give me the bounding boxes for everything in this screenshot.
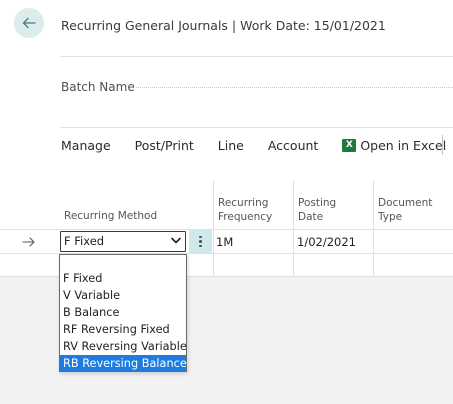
column-header-label: Recurring Method: [64, 210, 158, 222]
column-header-label: Date: [298, 211, 324, 223]
row-actions-button[interactable]: [189, 230, 212, 253]
column-header-label: Recurring: [218, 197, 269, 209]
action-line[interactable]: Line: [218, 138, 244, 153]
column-header-label: Posting: [298, 197, 337, 209]
dropdown-option[interactable]: RF Reversing Fixed: [60, 321, 186, 338]
batch-divider: [60, 127, 453, 128]
excel-icon: X: [342, 139, 357, 152]
recurring-method-select[interactable]: F Fixed: [60, 231, 186, 252]
kebab-icon: [199, 240, 202, 243]
document-type-cell[interactable]: [377, 235, 447, 249]
recurring-method-value: F Fixed: [64, 234, 105, 248]
dropdown-option[interactable]: RB Reversing Balance: [60, 355, 187, 372]
posting-date-cell[interactable]: 1/02/2021: [297, 235, 356, 249]
batch-name-label: Batch Name: [61, 80, 135, 94]
dropdown-option[interactable]: V Variable: [60, 287, 186, 304]
action-post-print[interactable]: Post/Print: [135, 138, 194, 153]
recurring-method-dropdown: F Fixed V Variable B Balance RF Reversin…: [59, 254, 187, 372]
dropdown-option[interactable]: F Fixed: [60, 270, 186, 287]
column-header-label: Document: [378, 197, 433, 209]
batch-name-field[interactable]: [136, 87, 453, 88]
action-manage[interactable]: Manage: [61, 138, 111, 153]
dropdown-option[interactable]: B Balance: [60, 304, 186, 321]
kebab-icon: [199, 244, 202, 248]
action-open-in-excel-label: Open in Excel: [360, 138, 447, 153]
row-divider: [0, 229, 453, 230]
kebab-icon: [199, 235, 202, 239]
action-post-print-label: Post/Print: [134, 138, 194, 153]
header-divider: [60, 56, 453, 57]
back-button[interactable]: [14, 8, 44, 38]
chevron-down-icon: [171, 237, 181, 244]
page-title: Recurring General Journals | Work Date: …: [61, 18, 386, 33]
recurring-frequency-cell[interactable]: 1M: [216, 235, 233, 249]
action-bar: Manage Post/Print Line Account X Open in…: [61, 138, 446, 153]
arrow-left-icon: [22, 17, 36, 29]
action-manage-label: Manage: [61, 138, 111, 153]
column-header-recurring-frequency[interactable]: Recurring Frequency: [218, 196, 272, 224]
action-open-in-excel[interactable]: X Open in Excel: [342, 138, 446, 153]
row-indicator-arrow-icon: [22, 233, 36, 247]
action-line-label: Line: [217, 138, 244, 153]
column-header-recurring-method[interactable]: Recurring Method: [64, 209, 157, 223]
column-header-label: Frequency: [218, 211, 273, 223]
action-account-label: Account: [267, 138, 319, 153]
action-account[interactable]: Account: [268, 138, 318, 153]
column-header-posting-date[interactable]: Posting Date: [298, 196, 336, 224]
action-bar-divider: [442, 135, 443, 155]
column-header-document-type[interactable]: Document Type: [378, 196, 432, 224]
dropdown-option[interactable]: RV Reversing Variable: [60, 338, 187, 355]
column-header-label: Type: [378, 211, 403, 223]
